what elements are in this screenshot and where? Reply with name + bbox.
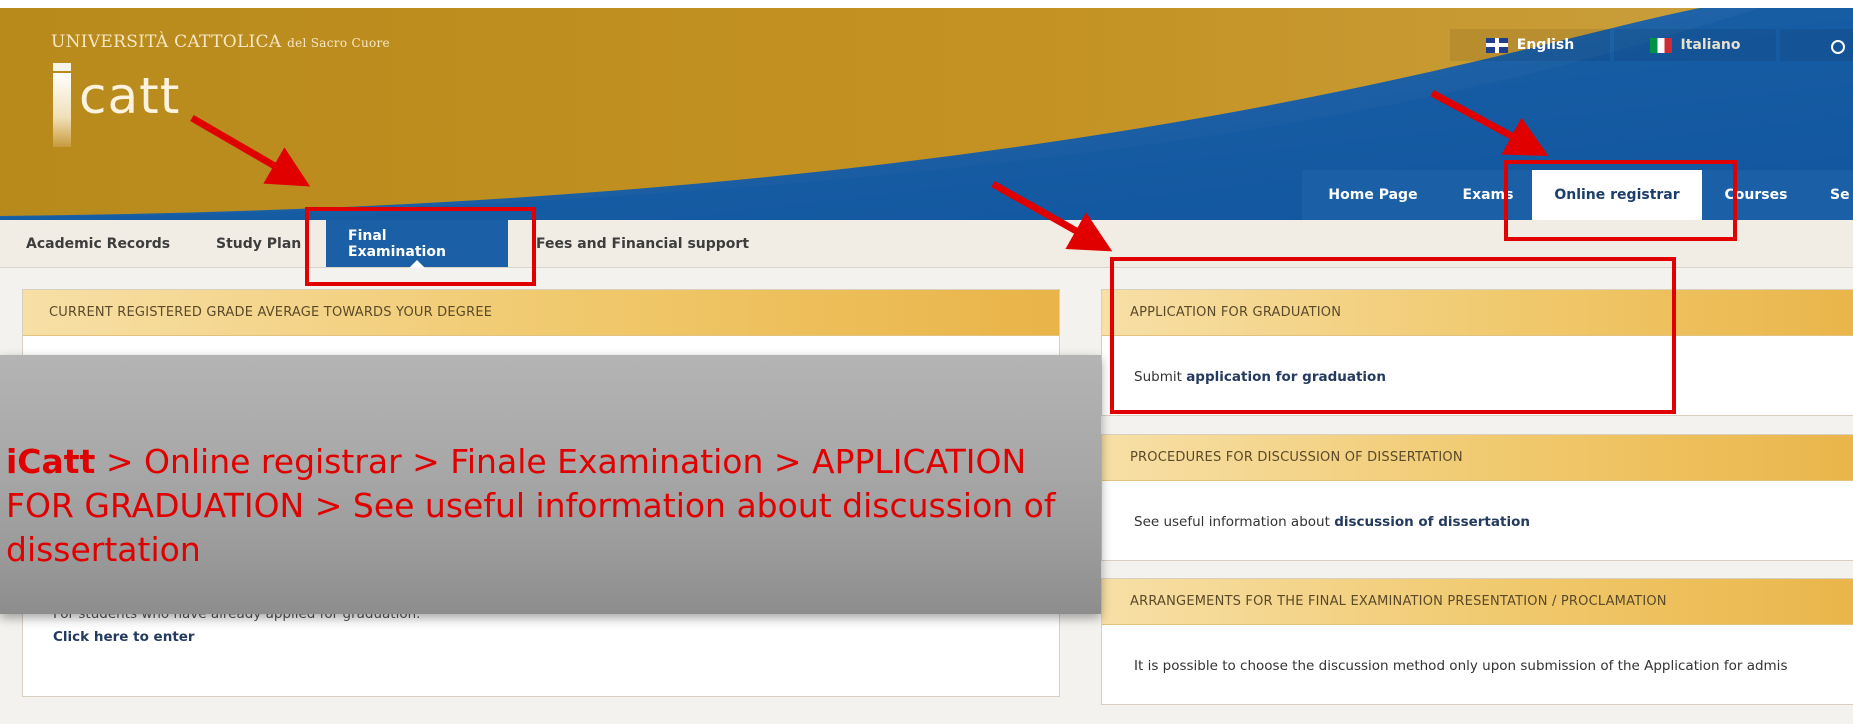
arrangements-final-exam-panel: ARRANGEMENTS FOR THE FINAL EXAMINATION P… bbox=[1101, 578, 1853, 705]
language-english-label: English bbox=[1516, 37, 1575, 53]
university-name-main: UNIVERSITÀ CATTOLICA bbox=[51, 32, 282, 52]
arrangements-panel-text: It is possible to choose the discussion … bbox=[1134, 658, 1788, 674]
procedures-panel-header: PROCEDURES FOR DISCUSSION OF DISSERTATIO… bbox=[1102, 435, 1853, 481]
click-here-to-enter-link[interactable]: Click here to enter bbox=[53, 629, 195, 645]
subtab-academic-records-label: Academic Records bbox=[26, 235, 171, 252]
tab-home-page-label: Home Page bbox=[1328, 187, 1418, 203]
icatt-logo[interactable]: catt bbox=[53, 63, 183, 153]
subtab-study-plan[interactable]: Study Plan bbox=[216, 220, 301, 267]
discussion-of-dissertation-link[interactable]: discussion of dissertation bbox=[1334, 514, 1530, 530]
italy-flag-icon bbox=[1649, 37, 1672, 53]
university-name: UNIVERSITÀ CATTOLICA del Sacro Cuore bbox=[51, 32, 390, 52]
subtab-fees-label: Fees and Financial support bbox=[536, 235, 750, 252]
annotation-brand: iCatt bbox=[6, 442, 96, 481]
subtab-study-plan-label: Study Plan bbox=[216, 235, 302, 252]
highlight-final-examination bbox=[305, 207, 536, 286]
logo-text: catt bbox=[79, 67, 181, 125]
tab-services[interactable]: Se bbox=[1810, 170, 1853, 220]
language-italiano[interactable]: Italiano bbox=[1614, 29, 1776, 61]
grade-average-panel-title: CURRENT REGISTERED GRADE AVERAGE TOWARDS… bbox=[49, 305, 493, 320]
procedures-dissertation-panel: PROCEDURES FOR DISCUSSION OF DISSERTATIO… bbox=[1101, 434, 1853, 561]
highlight-online-registrar bbox=[1504, 160, 1737, 241]
annotation-path: > Online registrar > Finale Examination … bbox=[6, 442, 1056, 569]
subtab-fees-financial-support[interactable]: Fees and Financial support bbox=[536, 220, 749, 267]
highlight-application-for-graduation bbox=[1110, 257, 1676, 414]
logo-dot bbox=[53, 63, 71, 71]
grade-average-panel-header: CURRENT REGISTERED GRADE AVERAGE TOWARDS… bbox=[23, 290, 1059, 336]
arrangements-panel-header: ARRANGEMENTS FOR THE FINAL EXAMINATION P… bbox=[1102, 579, 1853, 625]
university-name-suffix: del Sacro Cuore bbox=[287, 36, 390, 50]
uk-flag-icon bbox=[1485, 37, 1508, 53]
procedures-panel-title: PROCEDURES FOR DISCUSSION OF DISSERTATIO… bbox=[1130, 450, 1463, 465]
user-icon[interactable] bbox=[1831, 40, 1845, 54]
tab-home-page[interactable]: Home Page bbox=[1302, 170, 1444, 220]
arrangements-panel-title: ARRANGEMENTS FOR THE FINAL EXAMINATION P… bbox=[1130, 594, 1667, 609]
procedures-panel-text: See useful information about discussion … bbox=[1134, 514, 1530, 530]
annotation-path-text: iCatt > Online registrar > Finale Examin… bbox=[6, 440, 1096, 572]
subtab-academic-records[interactable]: Academic Records bbox=[26, 220, 170, 267]
tab-services-label: Se bbox=[1830, 187, 1850, 203]
language-italiano-label: Italiano bbox=[1680, 37, 1741, 53]
screenshot-stage: UNIVERSITÀ CATTOLICA del Sacro Cuore cat… bbox=[0, 0, 1853, 724]
logo-bar bbox=[53, 73, 71, 147]
annotation-overlay: iCatt > Online registrar > Finale Examin… bbox=[0, 355, 1101, 614]
language-english[interactable]: English bbox=[1450, 29, 1610, 61]
procedures-text-prefix: See useful information about bbox=[1134, 514, 1330, 530]
